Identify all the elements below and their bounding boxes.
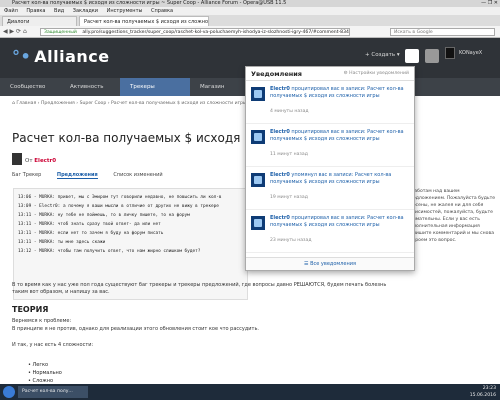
menu-edit[interactable]: Правка <box>26 8 45 14</box>
all-notifications-link[interactable]: ☰ Все уведомления <box>246 257 414 270</box>
subtab-suggestions[interactable]: Предложения <box>56 172 98 179</box>
list-item: • Нормально <box>28 370 62 376</box>
notification-time: 23 минуты назад <box>270 238 312 243</box>
site-logo[interactable]: °• Alliance <box>12 47 110 66</box>
taskbar-browser-button[interactable]: Расчет кол-ва полу... <box>18 386 88 398</box>
window-title: Расчет кол-ва получаемых $ исходя из сло… <box>12 0 287 6</box>
difficulty-list: • Легко • Нормально • Сложно <box>28 361 62 385</box>
chat-line: 13:11 - MURKA: чтоб знать сразу твой отв… <box>18 222 161 227</box>
subtab-changelog[interactable]: Список изменений <box>113 172 162 178</box>
notification-item[interactable]: Electr0 процитировал вас в записи: Расче… <box>246 124 414 167</box>
sidebar-note: ...работам над вашем предложением. Пожал… <box>407 189 496 243</box>
notification-thumbnail <box>251 173 265 187</box>
chat-line: 13:12 - MURKA: чтобы там получить ответ,… <box>18 249 201 254</box>
notification-thumbnail <box>251 216 265 230</box>
notification-item[interactable]: Electr0 процитировал вас в записи: Расче… <box>246 210 414 253</box>
chat-line: 13:11 - MURKA: ты мне здесь скажи <box>18 240 106 245</box>
nav-buttons[interactable]: ◀ ▶ ⟳ ⌂ <box>3 28 27 35</box>
menu-help[interactable]: Справка <box>151 8 173 14</box>
chat-line: 13:09 - Electr0: а почему я ваши мысли в… <box>18 204 219 209</box>
chat-line: 13:11 - MURKA: если нет то зачем я буду … <box>18 231 164 236</box>
address-bar: ◀ ▶ ⟳ ⌂ Защищенный ally.pro/suggestions_… <box>0 26 500 38</box>
start-button[interactable] <box>3 386 15 398</box>
tab-current[interactable]: Расчет кол-ва получаемых $ исходя из сло… <box>79 16 209 26</box>
nav-activity[interactable]: Активность <box>60 78 120 96</box>
notification-item[interactable]: Electr0 процитировал вас в записи: Расче… <box>246 81 414 124</box>
post-body: В то время как у нас уже пол года сущест… <box>12 282 387 295</box>
author-line: От Electr0 <box>25 158 57 164</box>
nav-community[interactable]: Сообщество <box>0 78 60 96</box>
author-avatar[interactable] <box>12 153 22 165</box>
author-link[interactable]: Electr0 <box>34 158 56 164</box>
chat-line: 13:06 - MURKA: привет, мы с Эмиром тут г… <box>18 195 222 200</box>
notification-settings-link[interactable]: ⚙ Настройки уведомлений <box>344 71 409 76</box>
menu-bookmarks[interactable]: Закладки <box>73 8 98 14</box>
subtab-bugtracker[interactable]: Баг Трекер <box>12 172 41 178</box>
create-button[interactable]: + Создать ▾ <box>365 52 400 58</box>
chat-line: 13:11 - MURKA: ну тебе не поймешь, то в … <box>18 213 190 218</box>
window-titlebar: Расчет кол-ва получаемых $ исходя из сло… <box>0 0 500 7</box>
notification-time: 19 минут назад <box>270 195 308 200</box>
notification-time: 4 минуты назад <box>270 109 309 114</box>
url-text: ally.pro/suggestions_tracker/super_coop/… <box>82 30 349 35</box>
username[interactable]: KONayeX <box>459 50 482 56</box>
menu-bar: Файл Правка Вид Закладки Инструменты Спр… <box>0 7 500 15</box>
tab-dialogs[interactable]: Диалоги <box>2 16 77 26</box>
nav-shop[interactable]: Магазин <box>190 78 250 96</box>
notifications-title: Уведомления <box>251 70 302 78</box>
tracker-subtabs: Баг Трекер Предложения Список изменений <box>12 172 177 179</box>
search-input[interactable]: Искать в Google <box>390 28 495 36</box>
breadcrumb[interactable]: ⌂ Главная › Предложения › Super Coop › Р… <box>12 101 247 106</box>
logo-mark-icon: °• <box>12 47 32 66</box>
messages-icon[interactable] <box>425 49 439 63</box>
window-controls[interactable]: — ❐ ✕ <box>481 0 498 7</box>
notifications-dropdown: Уведомления ⚙ Настройки уведомлений Elec… <box>245 66 415 271</box>
notifications-bell-icon[interactable] <box>405 49 419 63</box>
url-field[interactable]: Защищенный ally.pro/suggestions_tracker/… <box>40 28 350 36</box>
notification-thumbnail <box>251 130 265 144</box>
notifications-header: Уведомления ⚙ Настройки уведомлений <box>246 67 414 81</box>
section-title: ТЕОРИЯ <box>12 305 49 314</box>
theory-text: Вернемся к проблеме: В принципе я не про… <box>12 318 260 348</box>
menu-file[interactable]: Файл <box>4 8 18 14</box>
list-item: • Легко <box>28 362 49 368</box>
notification-item[interactable]: Electr0 упомянул вас в записи: Расчет ко… <box>246 167 414 210</box>
system-tray-clock[interactable]: 23:23 15.06.2016 <box>470 385 496 399</box>
notification-time: 11 минут назад <box>270 152 308 157</box>
menu-tools[interactable]: Инструменты <box>107 8 143 14</box>
nav-trackers[interactable]: Трекеры <box>120 78 190 96</box>
os-taskbar: Расчет кол-ва полу... 23:23 15.06.2016 <box>0 384 500 400</box>
avatar[interactable] <box>445 47 455 59</box>
secure-badge: Защищенный <box>44 30 77 35</box>
tab-bar: Диалоги Расчет кол-ва получаемых $ исход… <box>0 15 500 26</box>
menu-view[interactable]: Вид <box>54 8 64 14</box>
notification-thumbnail <box>251 87 265 101</box>
